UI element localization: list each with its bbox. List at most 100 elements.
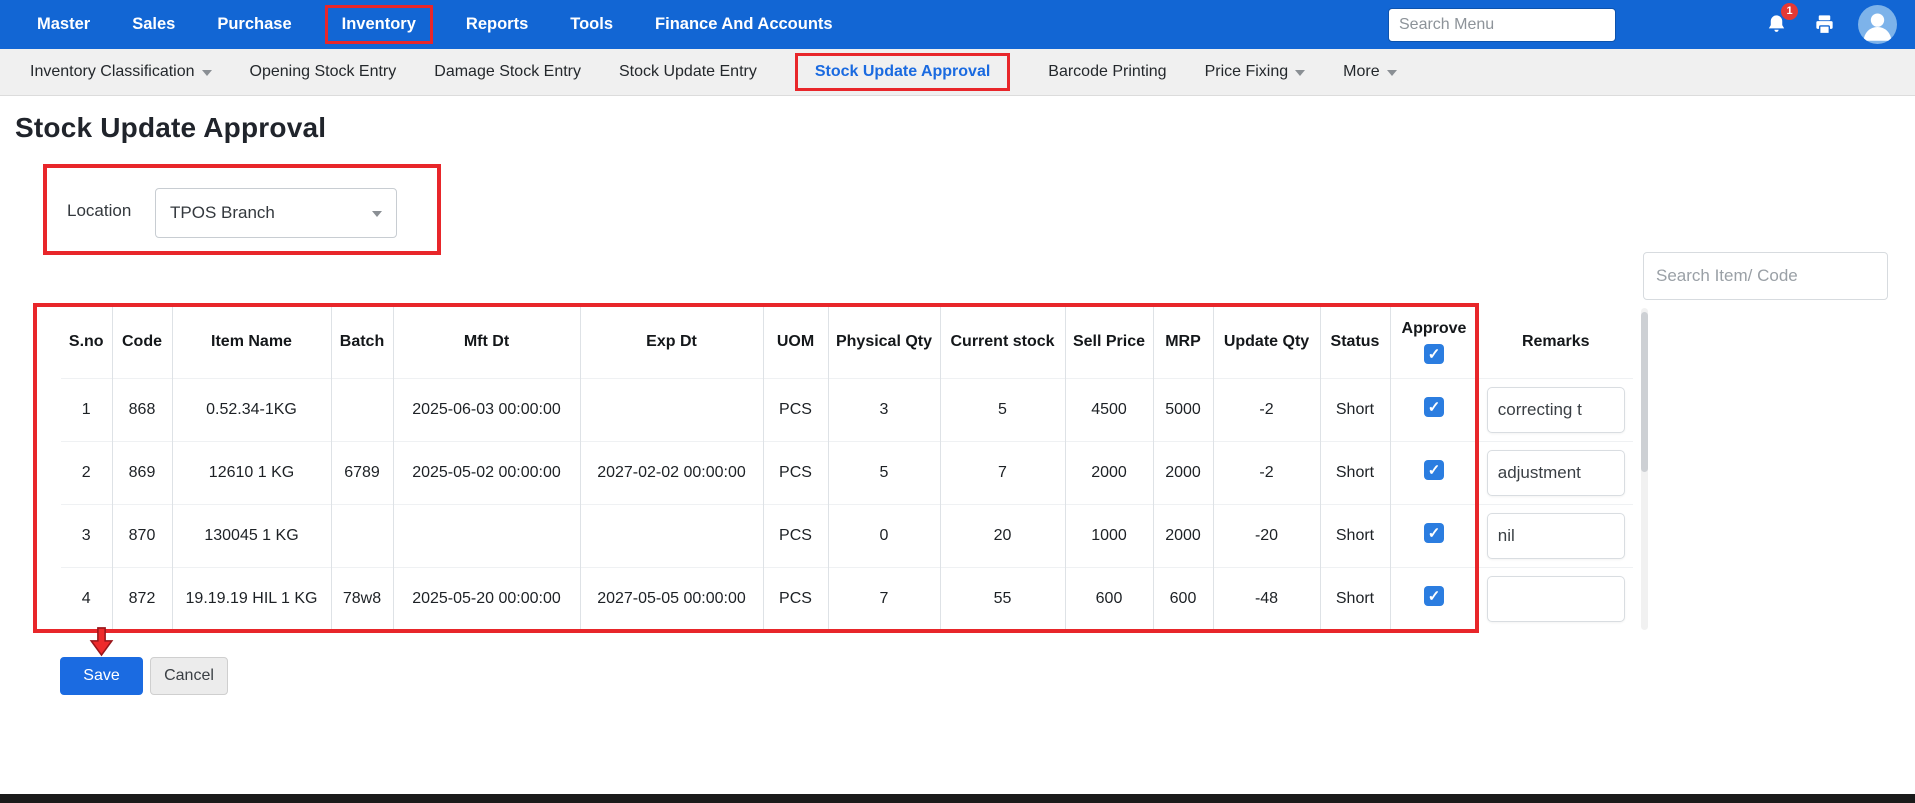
chevron-down-icon bbox=[372, 211, 382, 217]
cell-mrp: 600 bbox=[1153, 567, 1213, 630]
cell-uom: PCS bbox=[763, 378, 828, 441]
subnav-item-more[interactable]: More bbox=[1343, 63, 1396, 81]
approve-header-label: Approve bbox=[1402, 320, 1467, 338]
cell-batch bbox=[331, 504, 393, 567]
cell-update-qty: -2 bbox=[1213, 378, 1320, 441]
cell-physical-qty: 0 bbox=[828, 504, 940, 567]
subnav-item-label: Stock Update Entry bbox=[619, 63, 757, 81]
nav-item-finance-and-accounts[interactable]: Finance And Accounts bbox=[655, 15, 833, 34]
cell-item-name: 0.52.34-1KG bbox=[172, 378, 331, 441]
cell-status: Short bbox=[1320, 504, 1390, 567]
cell-sno: 2 bbox=[61, 441, 112, 504]
location-select[interactable]: TPOS Branch bbox=[155, 188, 397, 238]
col-header-mrp: MRP bbox=[1153, 306, 1213, 378]
notification-bell-icon[interactable]: 1 bbox=[1762, 11, 1790, 39]
table-header-row: S.no Code Item Name Batch Mft Dt Exp Dt … bbox=[61, 306, 1633, 378]
remarks-input[interactable] bbox=[1487, 450, 1625, 496]
chevron-down-icon bbox=[1387, 70, 1397, 76]
user-avatar[interactable] bbox=[1858, 5, 1897, 44]
subnav-item-label: Stock Update Approval bbox=[815, 63, 990, 81]
col-header-batch: Batch bbox=[331, 306, 393, 378]
remarks-input[interactable] bbox=[1487, 387, 1625, 433]
approve-checkbox[interactable] bbox=[1424, 460, 1444, 480]
subnav-item-label: Damage Stock Entry bbox=[434, 63, 581, 81]
print-icon[interactable] bbox=[1810, 11, 1838, 39]
subnav-item-label: Barcode Printing bbox=[1048, 63, 1166, 81]
subnav-item-label: Opening Stock Entry bbox=[250, 63, 397, 81]
nav-item-master[interactable]: Master bbox=[37, 15, 90, 34]
cell-uom: PCS bbox=[763, 504, 828, 567]
chevron-down-icon bbox=[1295, 70, 1305, 76]
cell-physical-qty: 5 bbox=[828, 441, 940, 504]
item-search-box bbox=[1643, 252, 1888, 300]
notification-count-badge: 1 bbox=[1781, 3, 1798, 20]
nav-item-purchase[interactable]: Purchase bbox=[217, 15, 291, 34]
subnav-item-opening-stock-entry[interactable]: Opening Stock Entry bbox=[250, 63, 397, 81]
cell-exp-dt: 2027-05-05 00:00:00 bbox=[580, 567, 763, 630]
cell-code: 872 bbox=[112, 567, 172, 630]
cell-physical-qty: 3 bbox=[828, 378, 940, 441]
subnav-item-price-fixing[interactable]: Price Fixing bbox=[1205, 63, 1306, 81]
subnav-item-inventory-classification[interactable]: Inventory Classification bbox=[30, 63, 212, 81]
cell-mft-dt: 2025-06-03 00:00:00 bbox=[393, 378, 580, 441]
top-navigation-bar: Master Sales Purchase Inventory Reports … bbox=[0, 0, 1915, 49]
location-label: Location bbox=[67, 201, 131, 221]
table-row: 2 869 12610 1 KG 6789 2025-05-02 00:00:0… bbox=[61, 441, 1633, 504]
cell-exp-dt bbox=[580, 378, 763, 441]
nav-item-sales[interactable]: Sales bbox=[132, 15, 175, 34]
subnav-item-damage-stock-entry[interactable]: Damage Stock Entry bbox=[434, 63, 581, 81]
cell-uom: PCS bbox=[763, 567, 828, 630]
subnav-item-barcode-printing[interactable]: Barcode Printing bbox=[1048, 63, 1166, 81]
col-header-code: Code bbox=[112, 306, 172, 378]
remarks-input[interactable] bbox=[1487, 513, 1625, 559]
cell-update-qty: -20 bbox=[1213, 504, 1320, 567]
location-selected-value: TPOS Branch bbox=[170, 203, 275, 223]
col-header-physical-qty: Physical Qty bbox=[828, 306, 940, 378]
scrollbar-thumb[interactable] bbox=[1641, 312, 1648, 472]
stock-update-table: S.no Code Item Name Batch Mft Dt Exp Dt … bbox=[61, 306, 1633, 630]
cell-exp-dt: 2027-02-02 00:00:00 bbox=[580, 441, 763, 504]
cell-status: Short bbox=[1320, 441, 1390, 504]
cell-remarks bbox=[1478, 567, 1633, 630]
cell-current-stock: 7 bbox=[940, 441, 1065, 504]
cell-code: 868 bbox=[112, 378, 172, 441]
save-button[interactable]: Save bbox=[60, 657, 143, 695]
cancel-button[interactable]: Cancel bbox=[150, 657, 228, 695]
col-header-sell-price: Sell Price bbox=[1065, 306, 1153, 378]
cell-batch: 6789 bbox=[331, 441, 393, 504]
menu-search-input[interactable] bbox=[1388, 8, 1616, 42]
approve-checkbox[interactable] bbox=[1424, 586, 1444, 606]
cell-remarks bbox=[1478, 504, 1633, 567]
chevron-down-icon bbox=[202, 70, 212, 76]
page-title: Stock Update Approval bbox=[15, 112, 326, 144]
table-row: 4 872 19.19.19 HIL 1 KG 78w8 2025-05-20 … bbox=[61, 567, 1633, 630]
cell-mft-dt bbox=[393, 504, 580, 567]
item-search-input[interactable] bbox=[1656, 266, 1877, 286]
cell-mrp: 2000 bbox=[1153, 441, 1213, 504]
approve-checkbox[interactable] bbox=[1424, 523, 1444, 543]
cell-batch: 78w8 bbox=[331, 567, 393, 630]
cell-remarks bbox=[1478, 378, 1633, 441]
cell-current-stock: 5 bbox=[940, 378, 1065, 441]
nav-item-reports[interactable]: Reports bbox=[466, 15, 528, 34]
nav-item-inventory[interactable]: Inventory bbox=[325, 5, 433, 44]
approve-all-checkbox[interactable] bbox=[1424, 344, 1444, 364]
nav-item-tools[interactable]: Tools bbox=[570, 15, 613, 34]
subnav-item-label: Price Fixing bbox=[1205, 63, 1289, 81]
remarks-input[interactable] bbox=[1487, 576, 1625, 622]
cell-code: 869 bbox=[112, 441, 172, 504]
cell-status: Short bbox=[1320, 567, 1390, 630]
annotation-arrow-down-icon bbox=[85, 626, 118, 657]
cell-physical-qty: 7 bbox=[828, 567, 940, 630]
table-scrollbar[interactable] bbox=[1641, 308, 1648, 630]
approve-checkbox[interactable] bbox=[1424, 397, 1444, 417]
cell-item-name: 19.19.19 HIL 1 KG bbox=[172, 567, 331, 630]
table-row: 3 870 130045 1 KG PCS 0 20 1000 2000 -20… bbox=[61, 504, 1633, 567]
inventory-sub-menu: Inventory Classification Opening Stock E… bbox=[0, 49, 1915, 96]
col-header-update-qty: Update Qty bbox=[1213, 306, 1320, 378]
subnav-item-stock-update-approval[interactable]: Stock Update Approval bbox=[795, 53, 1010, 91]
topnav-right-tools: 1 bbox=[1388, 5, 1897, 44]
subnav-item-stock-update-entry[interactable]: Stock Update Entry bbox=[619, 63, 757, 81]
cell-sell-price: 2000 bbox=[1065, 441, 1153, 504]
cell-mrp: 5000 bbox=[1153, 378, 1213, 441]
